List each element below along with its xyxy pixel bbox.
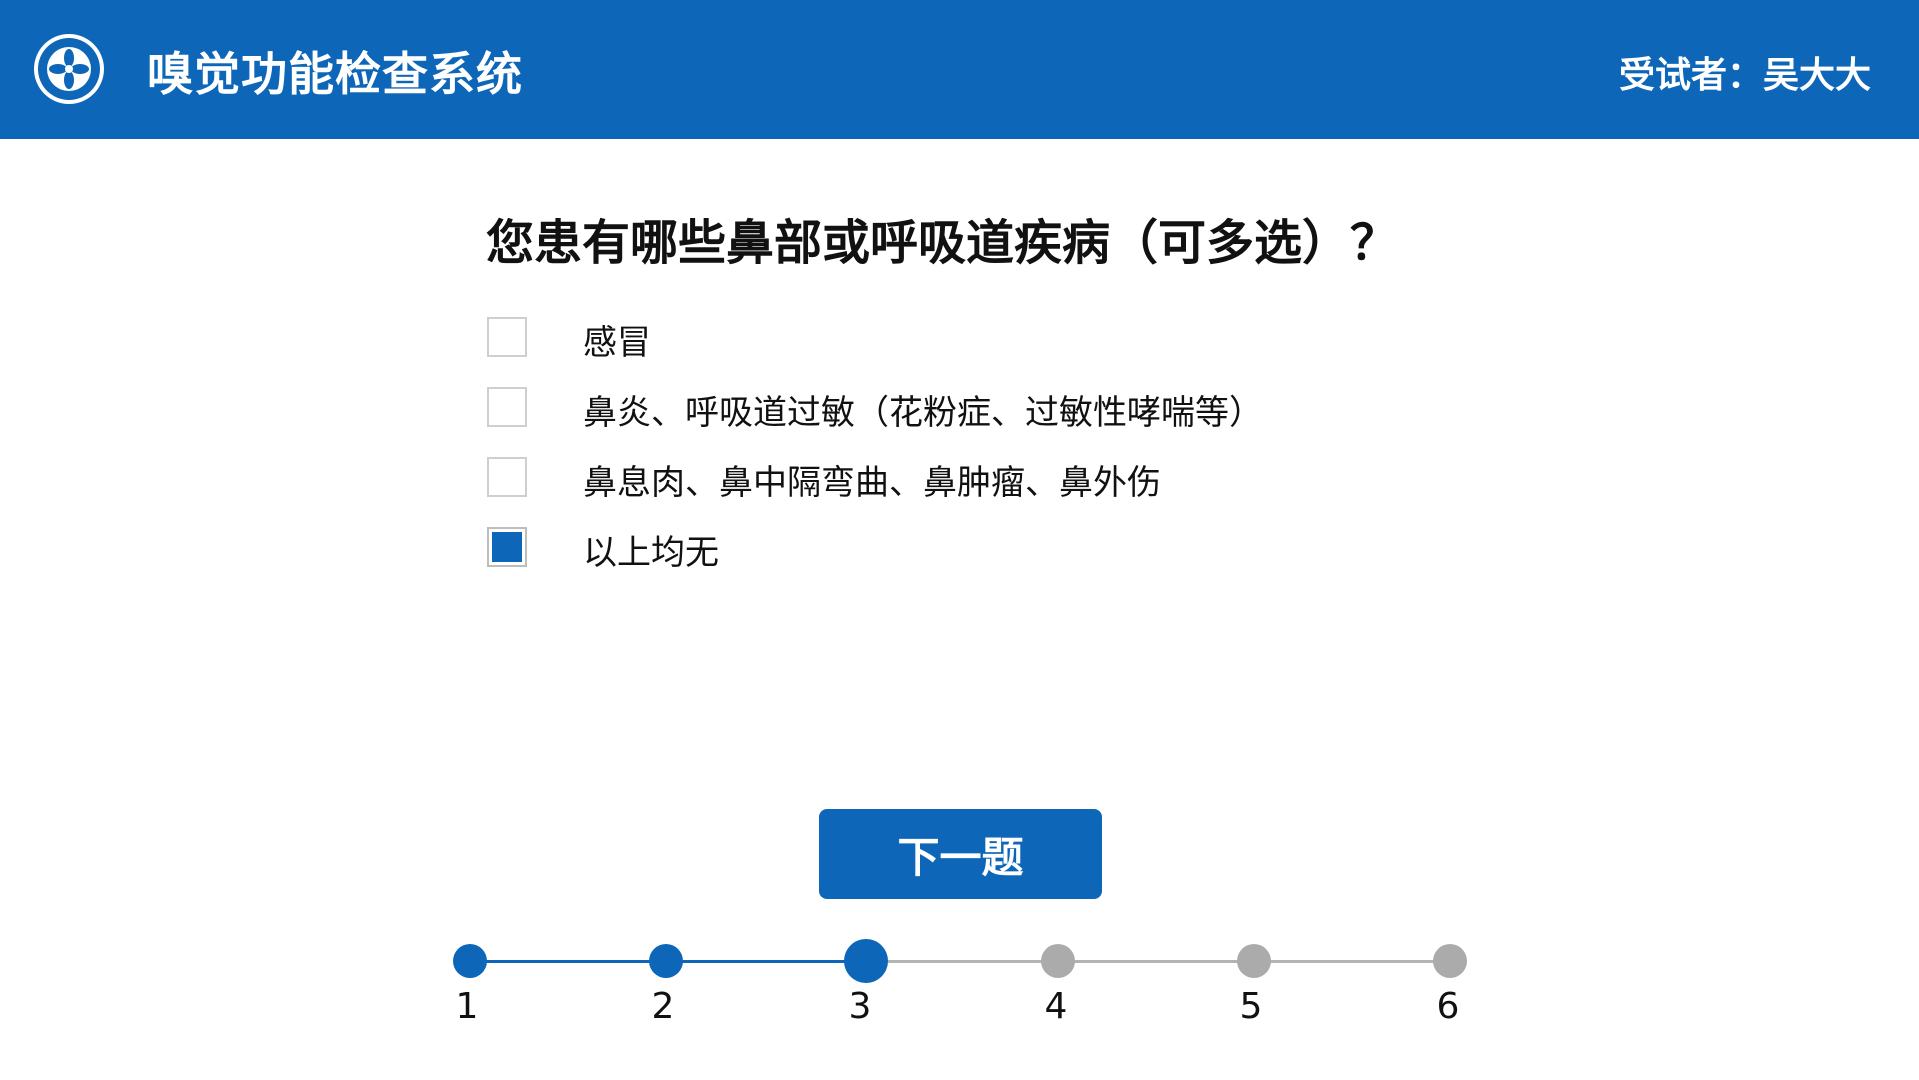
app-title: 嗅觉功能检查系统 bbox=[147, 47, 523, 101]
option-rhinitis-allergy[interactable]: 鼻炎、呼吸道过敏（花粉症、过敏性哮喘等） bbox=[487, 381, 1387, 433]
progress-step-number: 3 bbox=[848, 986, 872, 1027]
next-question-button[interactable]: 下一题 bbox=[819, 809, 1102, 899]
subject-name: 吴大大 bbox=[1762, 55, 1871, 96]
option-label: 以上均无 bbox=[583, 533, 719, 573]
progress-step-2 bbox=[649, 944, 683, 978]
option-cold[interactable]: 感冒 bbox=[487, 311, 1387, 363]
progress-step-1 bbox=[453, 944, 487, 978]
progress-step-4 bbox=[1041, 944, 1075, 978]
checkbox-checked[interactable] bbox=[487, 527, 527, 567]
checkbox[interactable] bbox=[487, 457, 527, 497]
app-header: 嗅觉功能检查系统 受试者：吴大大 bbox=[0, 0, 1919, 139]
option-nasal-polyp-trauma[interactable]: 鼻息肉、鼻中隔弯曲、鼻肿瘤、鼻外伤 bbox=[487, 451, 1387, 503]
subject-info: 受试者：吴大大 bbox=[1619, 46, 1871, 98]
subject-label: 受试者： bbox=[1618, 55, 1763, 96]
checkbox[interactable] bbox=[487, 387, 527, 427]
option-none[interactable]: 以上均无 bbox=[487, 521, 1387, 573]
progress-step-number: 6 bbox=[1436, 986, 1460, 1027]
progress-line bbox=[1058, 960, 1254, 963]
progress-line bbox=[866, 960, 1058, 963]
progress-step-number: 5 bbox=[1239, 986, 1263, 1027]
progress-step-number: 2 bbox=[651, 986, 675, 1027]
progress-step-number: 4 bbox=[1044, 986, 1068, 1027]
option-label: 鼻炎、呼吸道过敏（花粉症、过敏性哮喘等） bbox=[583, 393, 1263, 433]
question-text: 您患有哪些鼻部或呼吸道疾病（可多选）？ bbox=[486, 215, 1399, 271]
progress-line bbox=[666, 960, 866, 963]
progress-line bbox=[470, 960, 666, 963]
progress-step-6 bbox=[1433, 944, 1467, 978]
academy-logo bbox=[34, 34, 104, 104]
checkbox[interactable] bbox=[487, 317, 527, 357]
progress-step-3-current bbox=[844, 939, 888, 983]
option-label: 鼻息肉、鼻中隔弯曲、鼻肿瘤、鼻外伤 bbox=[583, 463, 1161, 503]
progress-step-5 bbox=[1237, 944, 1271, 978]
check-fill bbox=[492, 532, 522, 562]
progress-step-number: 1 bbox=[455, 986, 479, 1027]
option-label: 感冒 bbox=[583, 323, 651, 363]
progress-line bbox=[1254, 960, 1450, 963]
